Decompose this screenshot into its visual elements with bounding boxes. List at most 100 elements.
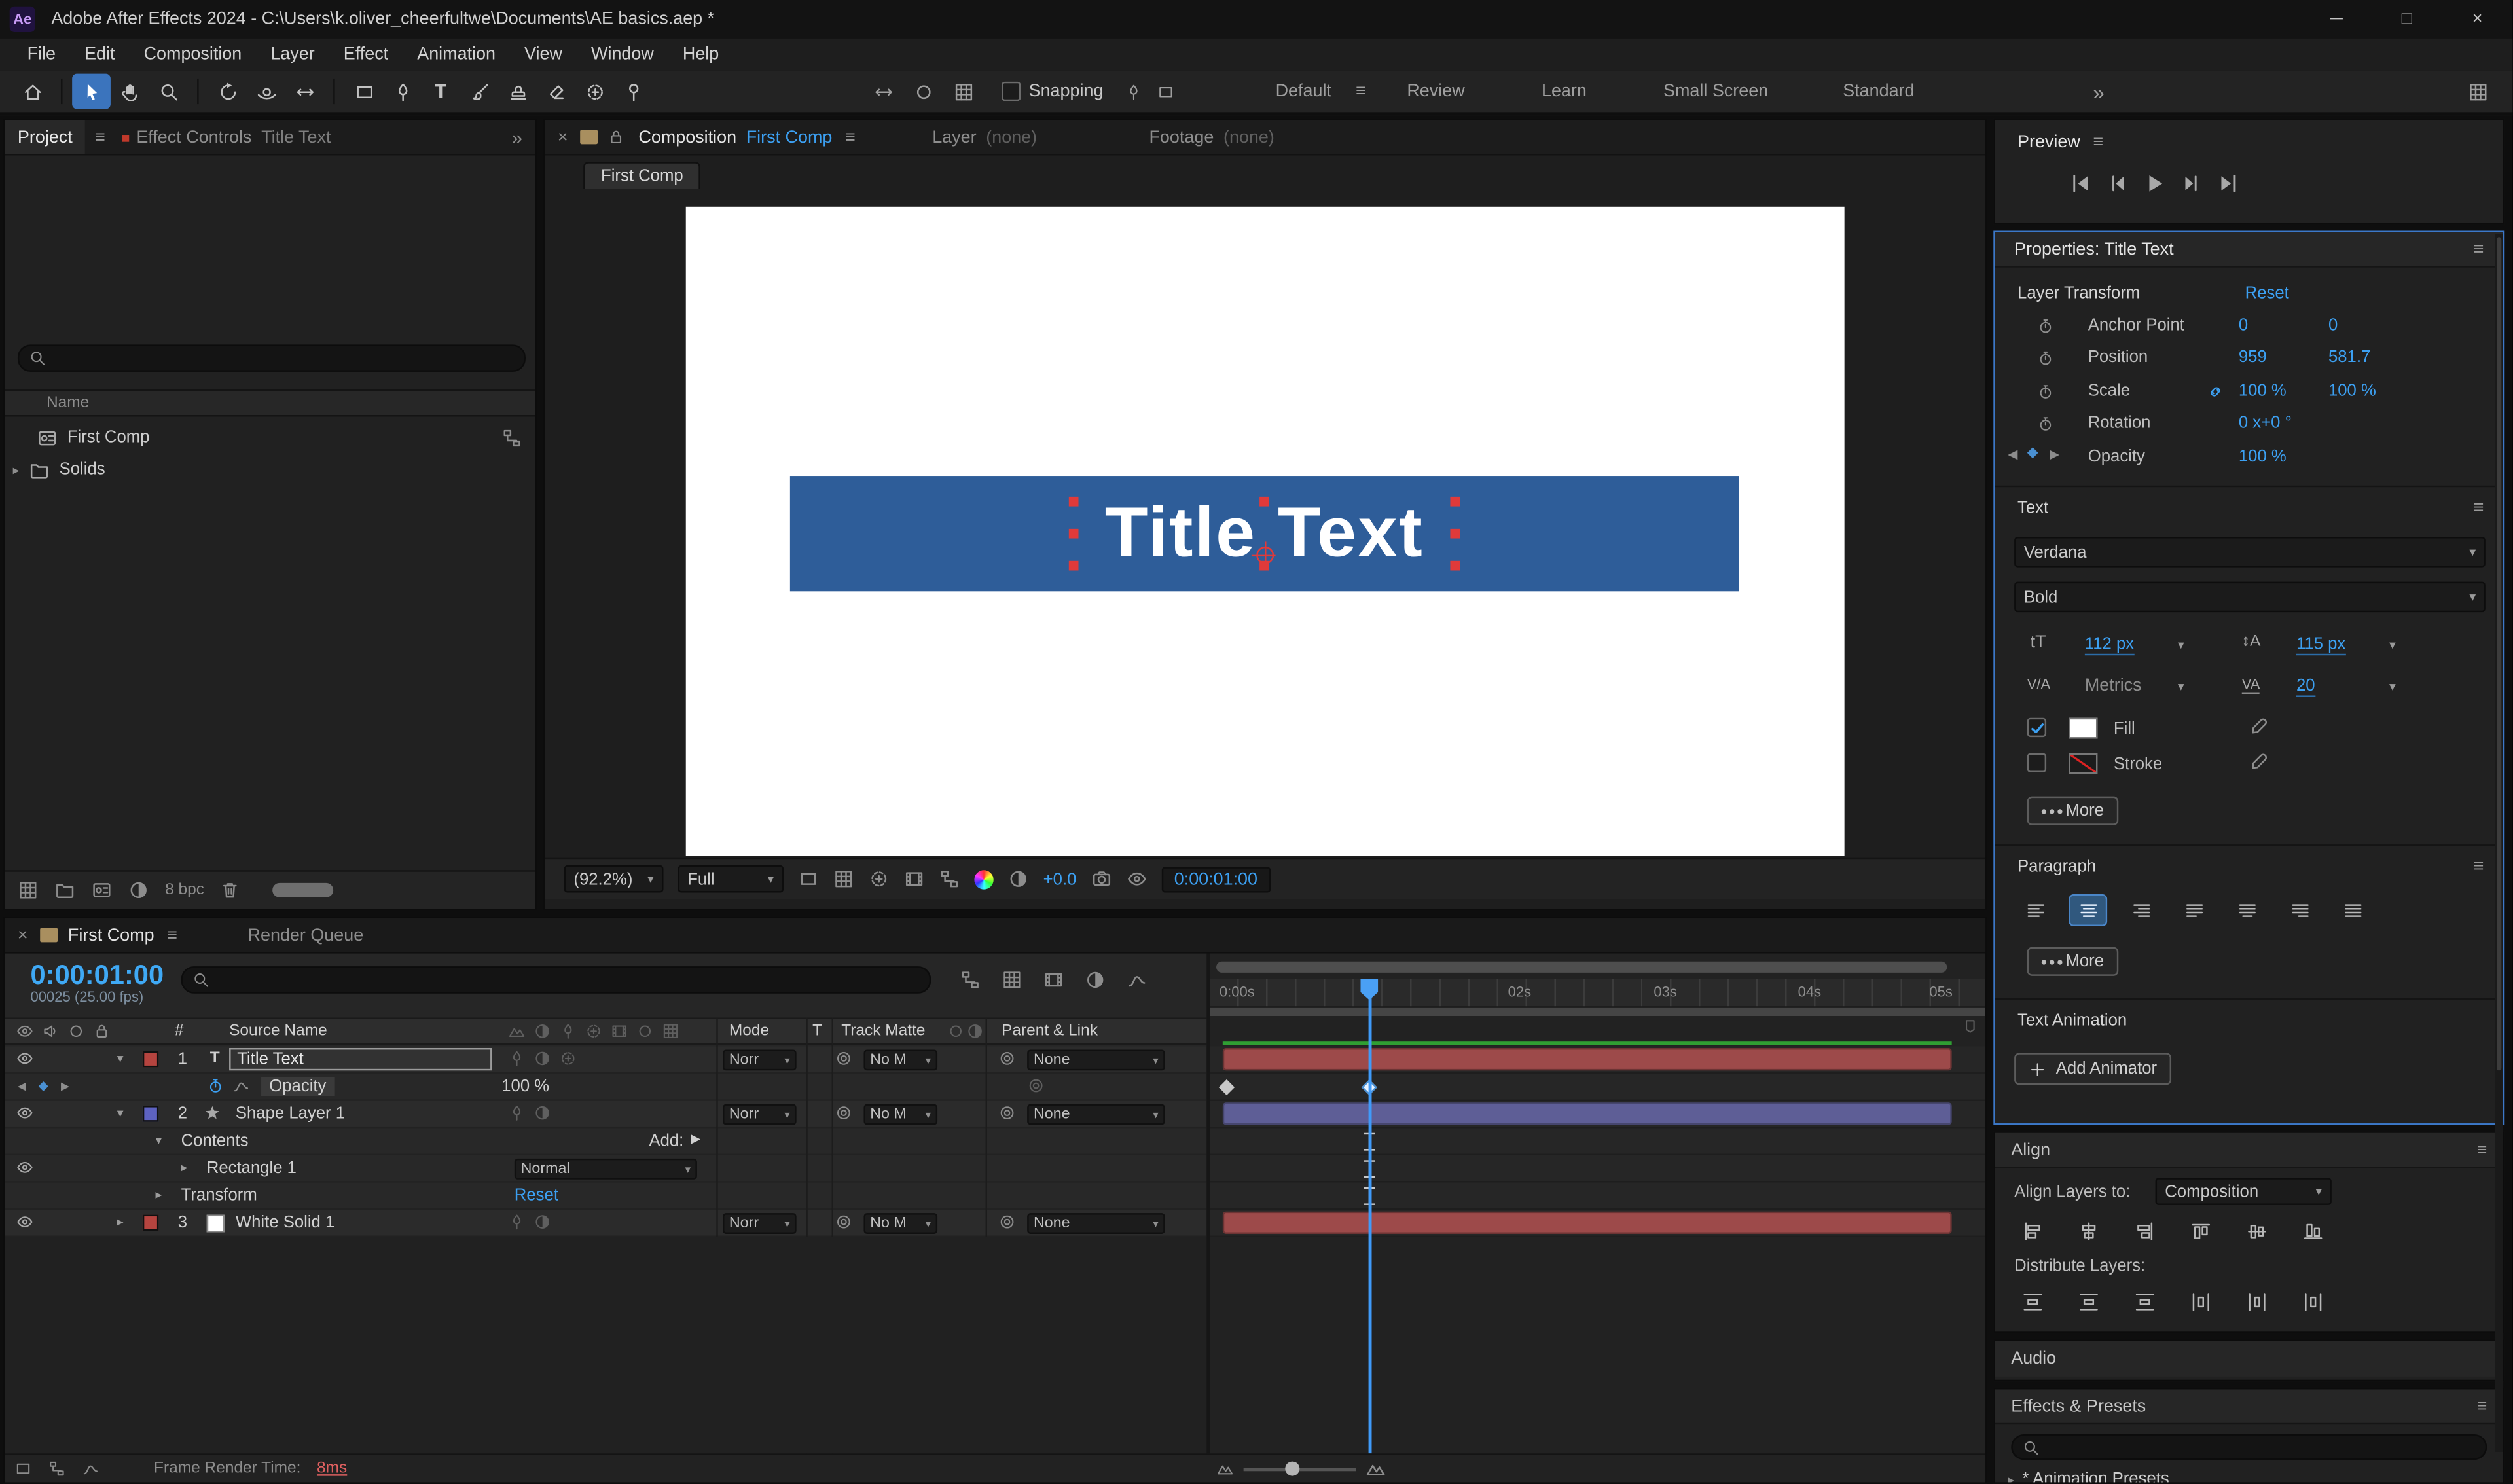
track-matte-select[interactable]: No M▾ xyxy=(863,1049,937,1070)
timeline-track-area[interactable]: 0:00s 02s 03s 04s 05s xyxy=(1206,954,1985,1454)
workspace-standard[interactable]: Standard xyxy=(1843,71,1914,113)
add-shape-button[interactable]: ▶ xyxy=(691,1131,700,1146)
group-row-transform[interactable]: ▸ Transform Reset xyxy=(5,1183,1206,1210)
graph-editor-icon[interactable] xyxy=(1127,969,1148,990)
anchor-point-icon[interactable] xyxy=(1256,547,1274,564)
justify-last-right-button[interactable] xyxy=(2282,896,2317,924)
menu-view[interactable]: View xyxy=(510,45,577,64)
fill-color-swatch[interactable] xyxy=(2069,718,2097,739)
twirl-closed-icon[interactable]: ▸ xyxy=(155,1187,162,1202)
panel-overflow-icon[interactable]: » xyxy=(499,126,535,148)
tab-project[interactable]: Project xyxy=(5,120,85,154)
workspace-review[interactable]: Review xyxy=(1407,71,1464,113)
timeline-tab-first-comp[interactable]: First Comp xyxy=(68,926,154,945)
tracking-caret-icon[interactable]: ▾ xyxy=(2389,679,2396,694)
matte-pickwhip-icon[interactable] xyxy=(835,1104,852,1122)
selection-handle[interactable] xyxy=(1450,529,1460,539)
comp-marker-icon[interactable] xyxy=(1961,1017,1979,1035)
play-button[interactable] xyxy=(2142,172,2167,196)
add-animator-button[interactable]: Add Animator xyxy=(2014,1053,2171,1085)
panel-close-icon[interactable]: × xyxy=(5,926,41,945)
align-center-button[interactable] xyxy=(2070,896,2106,924)
align-layer-vcenter-button[interactable] xyxy=(2239,1216,2274,1245)
frame-blending-icon[interactable] xyxy=(1043,969,1064,990)
time-navigator-bar[interactable] xyxy=(1216,962,1947,973)
tab-effect-controls[interactable]: Effect Controls xyxy=(136,128,251,147)
parent-pickwhip-icon[interactable] xyxy=(998,1104,1016,1122)
effects-presets-menu-icon[interactable]: ≡ xyxy=(2477,1396,2487,1415)
viewer-panel-menu-icon[interactable]: ≡ xyxy=(832,128,868,147)
paragraph-more-button[interactable]: More xyxy=(2027,947,2118,976)
property-name[interactable]: Opacity xyxy=(261,1077,334,1096)
fill-checkbox[interactable] xyxy=(2027,718,2046,737)
zoom-in-mountain-icon[interactable] xyxy=(1365,1458,1386,1479)
puppet-pin-tool[interactable] xyxy=(614,74,653,109)
draft-3d-icon[interactable] xyxy=(1002,969,1022,990)
quality-switch[interactable] xyxy=(508,1104,526,1122)
quality-switch[interactable] xyxy=(508,1049,526,1067)
justify-last-center-button[interactable] xyxy=(2229,896,2264,924)
expand-layer-switches-icon[interactable] xyxy=(14,1460,32,1477)
label-color-swatch[interactable] xyxy=(143,1106,158,1121)
twirl-closed-icon[interactable]: ▸ xyxy=(117,1215,124,1229)
column-mode[interactable]: Mode xyxy=(729,1023,769,1040)
group-name[interactable]: Transform xyxy=(181,1186,257,1205)
group-row-rectangle[interactable]: ▸ Rectangle 1 Normal▾ xyxy=(5,1155,1206,1183)
selection-tool[interactable] xyxy=(72,74,111,109)
exposure-icon[interactable] xyxy=(1008,869,1029,890)
rotation-stopwatch-icon[interactable] xyxy=(2036,415,2054,433)
maximize-button[interactable]: □ xyxy=(2372,0,2442,39)
shape-tool[interactable] xyxy=(344,74,383,109)
anchor-y-value[interactable]: 0 xyxy=(2328,316,2338,335)
eraser-tool[interactable] xyxy=(537,74,575,109)
mask-visibility-icon[interactable] xyxy=(869,869,890,890)
timeline-zoom-slider[interactable] xyxy=(1244,1467,1356,1470)
leading-value[interactable]: 115 px xyxy=(2296,634,2345,655)
label-color-swatch[interactable] xyxy=(143,1051,158,1067)
distribute-top-button[interactable] xyxy=(2014,1287,2050,1316)
scale-x-value[interactable]: 100 % xyxy=(2239,382,2287,401)
align-right-button[interactable] xyxy=(2124,896,2159,924)
label-color-swatch[interactable] xyxy=(143,1215,158,1231)
menu-layer[interactable]: Layer xyxy=(256,45,329,64)
twirl-open-icon[interactable]: ▾ xyxy=(155,1133,162,1148)
stroke-checkbox[interactable] xyxy=(2027,753,2046,772)
snap-option-icon[interactable] xyxy=(1125,71,1142,113)
property-row-opacity[interactable]: ◀ ◆ ▶ Opacity 100 % xyxy=(5,1074,1206,1101)
collapse-switch-icon[interactable] xyxy=(533,1023,551,1040)
last-frame-button[interactable] xyxy=(2216,172,2241,196)
justify-last-left-button[interactable] xyxy=(2176,896,2211,924)
workspace-learn[interactable]: Learn xyxy=(1542,71,1587,113)
layer-name[interactable]: Title Text xyxy=(229,1048,492,1070)
channel-wheel-icon[interactable] xyxy=(974,869,993,888)
lock-icon[interactable] xyxy=(608,128,626,146)
font-family-select[interactable]: Verdana▾ xyxy=(2014,537,2486,568)
parent-pickwhip-icon[interactable] xyxy=(998,1049,1016,1067)
current-time-indicator-line[interactable] xyxy=(1369,979,1371,1454)
next-frame-button[interactable] xyxy=(2179,172,2203,196)
eye-icon[interactable] xyxy=(16,1049,33,1067)
selection-handle[interactable] xyxy=(1069,497,1079,507)
eye-icon[interactable] xyxy=(16,1213,33,1231)
zoom-tool[interactable] xyxy=(149,74,188,109)
project-item-solids[interactable]: ▸ Solids xyxy=(5,454,535,486)
workspace-default[interactable]: Default xyxy=(1276,71,1331,113)
track-matte-select[interactable]: No M▾ xyxy=(863,1104,937,1125)
selection-handle[interactable] xyxy=(1450,561,1460,571)
scale-link-icon[interactable] xyxy=(2207,383,2224,401)
tracking-value[interactable]: 20 xyxy=(2296,676,2315,697)
time-ruler[interactable]: 0:00s 02s 03s 04s 05s xyxy=(1210,979,1985,1008)
distribute-bottom-button[interactable] xyxy=(2126,1287,2161,1316)
anchor-x-value[interactable]: 0 xyxy=(2239,316,2248,335)
panel-close-icon[interactable]: × xyxy=(545,128,581,147)
motion-blur-icon[interactable] xyxy=(1085,969,1106,990)
roto-brush-tool[interactable] xyxy=(575,74,614,109)
transparency-grid-icon[interactable] xyxy=(833,869,854,890)
layer-bar-shape[interactable] xyxy=(1223,1102,1952,1125)
align-layer-right-button[interactable] xyxy=(2126,1216,2161,1245)
kerning-value[interactable]: Metrics xyxy=(2085,676,2142,695)
layer-row-2[interactable]: ▾ 2 Shape Layer 1 Norr▾ No M▾ None▾ xyxy=(5,1101,1206,1129)
snap-option-box-icon[interactable] xyxy=(1157,71,1174,113)
exposure-value[interactable]: +0.0 xyxy=(1043,869,1077,888)
folder-twirl-icon[interactable]: ▸ xyxy=(13,462,20,477)
